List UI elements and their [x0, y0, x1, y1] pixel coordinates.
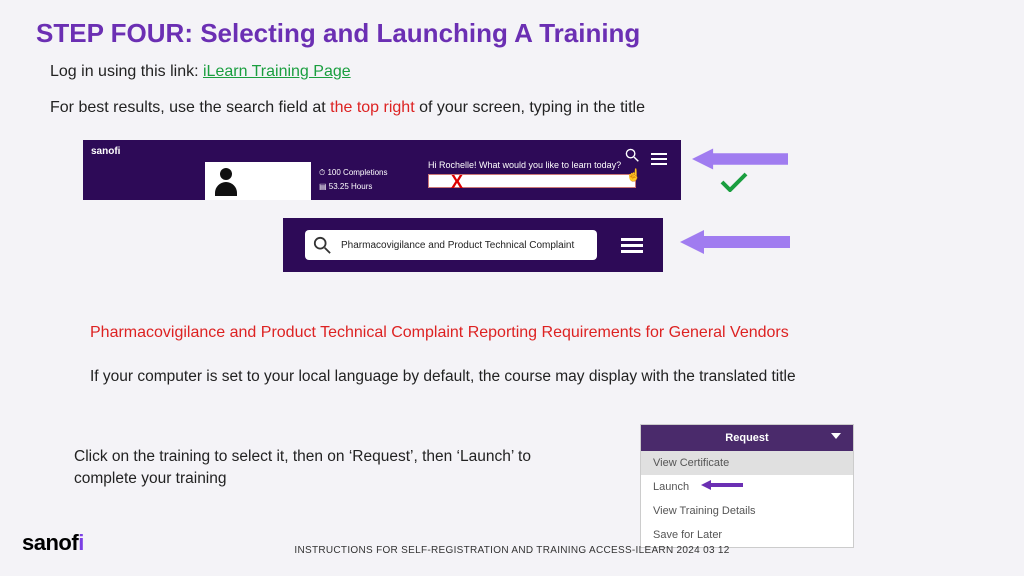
cursor-icon: ☝	[626, 168, 641, 182]
launch-instruction: Click on the training to select it, then…	[74, 446, 594, 489]
avatar-icon	[213, 168, 239, 198]
request-button[interactable]: Request	[641, 425, 853, 451]
request-dropdown: Request View Certificate Launch View Tra…	[640, 424, 854, 548]
search-icon	[313, 236, 331, 254]
greeting-text: Hi Rochelle! What would you like to lear…	[428, 160, 621, 170]
login-instruction-text: Log in using this link:	[50, 63, 203, 80]
ilearn-search-correct: Pharmacovigilance and Product Technical …	[283, 218, 663, 272]
translation-note: If your computer is set to your local la…	[90, 368, 796, 386]
profile-stats: ⏱ 100 Completions ▤ 53.25 Hours	[319, 166, 388, 194]
search-icon[interactable]	[625, 148, 639, 162]
top-right-search-field[interactable]: Pharmacovigilance and Product Technical …	[305, 230, 597, 260]
red-x-icon: X	[451, 172, 463, 193]
page-title: STEP FOUR: Selecting and Launching A Tra…	[0, 0, 1024, 49]
arrow-left-icon	[680, 230, 790, 254]
course-title-example: Pharmacovigilance and Product Technical …	[90, 324, 789, 342]
hamburger-icon[interactable]	[621, 235, 643, 256]
arrow-left-icon	[701, 480, 743, 490]
menu-launch[interactable]: Launch	[641, 475, 853, 499]
search-instruction: For best results, use the search field a…	[0, 81, 1024, 117]
hamburger-icon[interactable]	[651, 150, 667, 168]
arrow-left-icon	[692, 148, 788, 170]
request-label: Request	[725, 432, 768, 444]
search-query-text: Pharmacovigilance and Product Technical …	[341, 240, 574, 251]
menu-save-later[interactable]: Save for Later	[641, 523, 853, 547]
ilearn-header-wrong: sanofi ⏱ 100 Completions ▤ 53.25 Hours H…	[83, 140, 681, 200]
search-instruction-a: For best results, use the search field a…	[50, 99, 330, 116]
menu-launch-label: Launch	[653, 481, 689, 493]
menu-view-certificate[interactable]: View Certificate	[641, 451, 853, 475]
footer-text: INSTRUCTIONS FOR SELF-REGISTRATION AND T…	[0, 545, 1024, 556]
check-icon	[720, 172, 748, 192]
search-instruction-b: of your screen, typing in the title	[415, 99, 645, 116]
stat-completions: 100 Completions	[327, 168, 387, 177]
menu-view-details[interactable]: View Training Details	[641, 499, 853, 523]
chevron-down-icon	[831, 433, 841, 439]
stat-hours: 53.25 Hours	[329, 182, 373, 191]
search-instruction-highlight: the top right	[330, 99, 415, 116]
ilearn-link[interactable]: iLearn Training Page	[203, 63, 351, 80]
brand-text: sanofi	[91, 146, 120, 157]
login-instruction: Log in using this link: iLearn Training …	[0, 49, 1024, 81]
